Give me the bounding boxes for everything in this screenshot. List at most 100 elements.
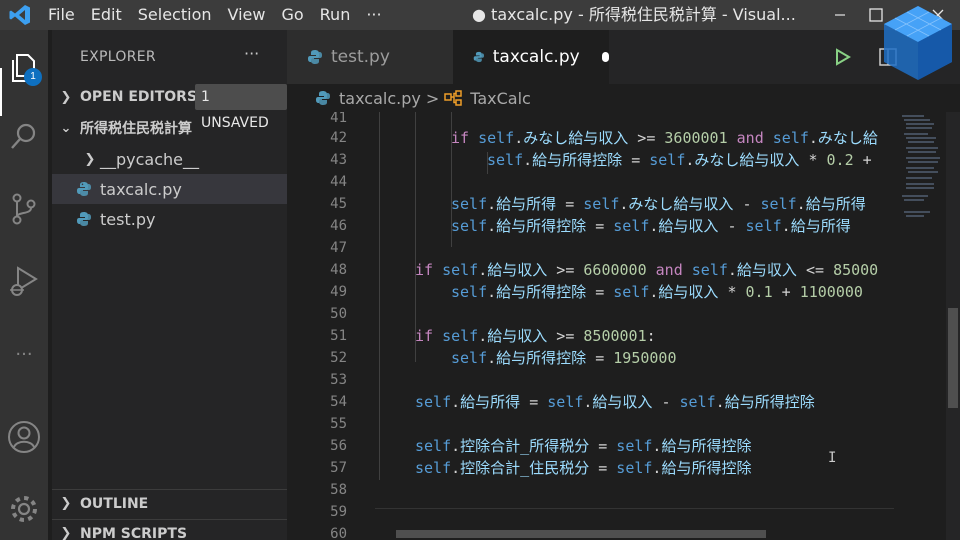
unsaved-dot-icon[interactable] (601, 52, 609, 62)
tree-item-taxcalc[interactable]: taxcalc.py (52, 174, 287, 204)
minimize-icon[interactable] (820, 0, 860, 30)
folder-section[interactable]: ⌄ 所得税住民税計算 (52, 114, 287, 142)
tab-label: taxcalc.py (492, 47, 580, 67)
menu-run[interactable]: Run (312, 0, 359, 30)
code-line-54[interactable]: self.給与所得 = self.給与収入 - self.給与所得控除 (415, 391, 815, 413)
outline-section[interactable]: ❯ OUTLINE (52, 489, 287, 517)
code-editor[interactable]: 41 42 43 44 45 46 47 48 49 50 51 52 53 5… (287, 112, 894, 540)
code-line-43[interactable]: self.給与所得控除 = self.みなし給与収入 * 0.2 + (487, 149, 872, 171)
line-number: 58 (330, 482, 347, 498)
run-file-icon[interactable] (835, 48, 851, 70)
code-line-51[interactable]: if self.給与収入 >= 8500001: (415, 325, 656, 347)
text-cursor-icon: I (828, 450, 837, 466)
cube-logo (880, 2, 956, 84)
menu-view[interactable]: View (220, 0, 274, 30)
chevron-down-icon: ⌄ (60, 120, 72, 136)
line-number: 50 (330, 306, 347, 322)
explorer-badge: 1 (24, 68, 42, 86)
chevron-right-icon: ❯ (60, 526, 72, 540)
line-number: 51 (330, 328, 347, 344)
line-number: 43 (330, 152, 347, 168)
line-number: 48 (330, 262, 347, 278)
tree-item-pycache[interactable]: ❯ __pycache__ (52, 144, 287, 174)
npm-scripts-section[interactable]: ❯ NPM SCRIPTS (52, 519, 287, 540)
menu-more[interactable]: ··· (358, 0, 389, 30)
window-title: ● taxcalc.py - 所得税住民税計算 - Visual... (472, 5, 796, 24)
code-line-56[interactable]: self.控除合計_所得税分 = self.給与所得控除 (415, 435, 751, 457)
code-line-57[interactable]: self.控除合計_住民税分 = self.給与所得控除 (415, 457, 751, 479)
line-number: 49 (330, 284, 347, 300)
divider (375, 508, 894, 509)
line-number: 57 (330, 460, 347, 476)
unsaved-badge: 1 UNSAVED (195, 84, 287, 131)
menu-selection[interactable]: Selection (130, 0, 220, 30)
tree-item-label: taxcalc.py (100, 179, 182, 199)
run-debug-icon[interactable] (0, 257, 48, 305)
more-views-icon[interactable]: ··· (0, 330, 48, 378)
open-editors-section[interactable]: ❯ OPEN EDITORS 1 UNSAVED (52, 83, 287, 131)
explorer-title: EXPLORER (80, 49, 156, 65)
tab-test-py[interactable]: test.py (287, 30, 453, 84)
chevron-right-icon: ❯ (84, 151, 96, 167)
chevron-right-icon: ❯ (60, 89, 72, 105)
line-number: 46 (330, 218, 347, 234)
explorer-more-button[interactable]: ··· (244, 44, 259, 63)
menu-go[interactable]: Go (273, 0, 311, 30)
search-icon[interactable] (0, 112, 48, 160)
python-file-icon (316, 91, 330, 105)
minimap-preview (902, 115, 940, 217)
python-file-icon (77, 182, 91, 196)
code-line-48[interactable]: if self.給与収入 >= 6600000 and self.給与収入 <=… (415, 259, 878, 281)
settings-gear-icon[interactable] (0, 485, 48, 533)
line-number: 60 (330, 526, 347, 540)
indent-guide (379, 112, 380, 480)
line-number: 42 (330, 130, 347, 146)
line-number: 59 (330, 504, 347, 520)
code-line-49[interactable]: self.給与所得控除 = self.給与収入 * 0.1 + 1100000 (451, 281, 863, 303)
line-number: 56 (330, 438, 347, 454)
code-line-42[interactable]: if self.みなし給与収入 >= 3600001 and self.みなし給 (451, 127, 878, 149)
breadcrumb-file[interactable]: taxcalc.py (339, 89, 421, 108)
code-line-46[interactable]: self.給与所得控除 = self.給与収入 - self.給与所得 (451, 215, 851, 237)
title-bar: File Edit Selection View Go Run ··· ● ta… (0, 0, 960, 30)
code-line-52[interactable]: self.給与所得控除 = 1950000 (451, 347, 676, 369)
breadcrumb-separator: > (425, 88, 440, 108)
menu-edit[interactable]: Edit (83, 0, 130, 30)
outline-label: OUTLINE (80, 495, 149, 512)
tab-taxcalc-py[interactable]: taxcalc.py (453, 30, 609, 84)
vertical-scrollbar[interactable] (946, 112, 960, 540)
line-number: 55 (330, 416, 347, 432)
open-editors-label: OPEN EDITORS (80, 89, 198, 105)
chevron-right-icon: ❯ (60, 496, 72, 511)
tree-item-label: __pycache__ (100, 149, 200, 169)
python-file-icon (473, 51, 485, 63)
folder-label: 所得税住民税計算 (80, 121, 192, 137)
tab-label: test.py (331, 47, 390, 67)
npm-scripts-label: NPM SCRIPTS (80, 525, 188, 540)
code-line-45[interactable]: self.給与所得 = self.みなし給与収入 - self.給与所得 (451, 193, 866, 215)
line-number: 44 (330, 174, 347, 190)
menu-file[interactable]: File (40, 0, 83, 30)
account-icon[interactable] (0, 413, 48, 461)
editor-tabs: test.py taxcalc.py (287, 30, 960, 84)
explorer-icon[interactable] (0, 44, 48, 92)
breadcrumb: taxcalc.py > TaxCalc (287, 84, 960, 112)
horizontal-scrollbar[interactable] (396, 530, 766, 538)
source-control-icon[interactable] (0, 185, 48, 233)
python-file-icon (77, 212, 91, 226)
scrollbar-thumb[interactable] (948, 308, 958, 408)
tree-item-test[interactable]: test.py (52, 204, 287, 234)
class-symbol-icon (444, 90, 462, 106)
line-number: 47 (330, 240, 347, 256)
minimap[interactable] (894, 112, 946, 540)
line-number: 45 (330, 196, 347, 212)
line-number: 52 (330, 350, 347, 366)
line-number: 54 (330, 394, 347, 410)
breadcrumb-symbol[interactable]: TaxCalc (470, 89, 531, 108)
tree-item-label: test.py (100, 209, 156, 229)
line-number: 53 (330, 372, 347, 388)
vscode-logo-icon (0, 0, 40, 30)
activity-bar: 1 ··· (0, 30, 48, 540)
explorer-sidebar: EXPLORER ··· ❯ OPEN EDITORS 1 UNSAVED ⌄ … (52, 30, 287, 540)
menu-bar: File Edit Selection View Go Run ··· (40, 0, 390, 30)
